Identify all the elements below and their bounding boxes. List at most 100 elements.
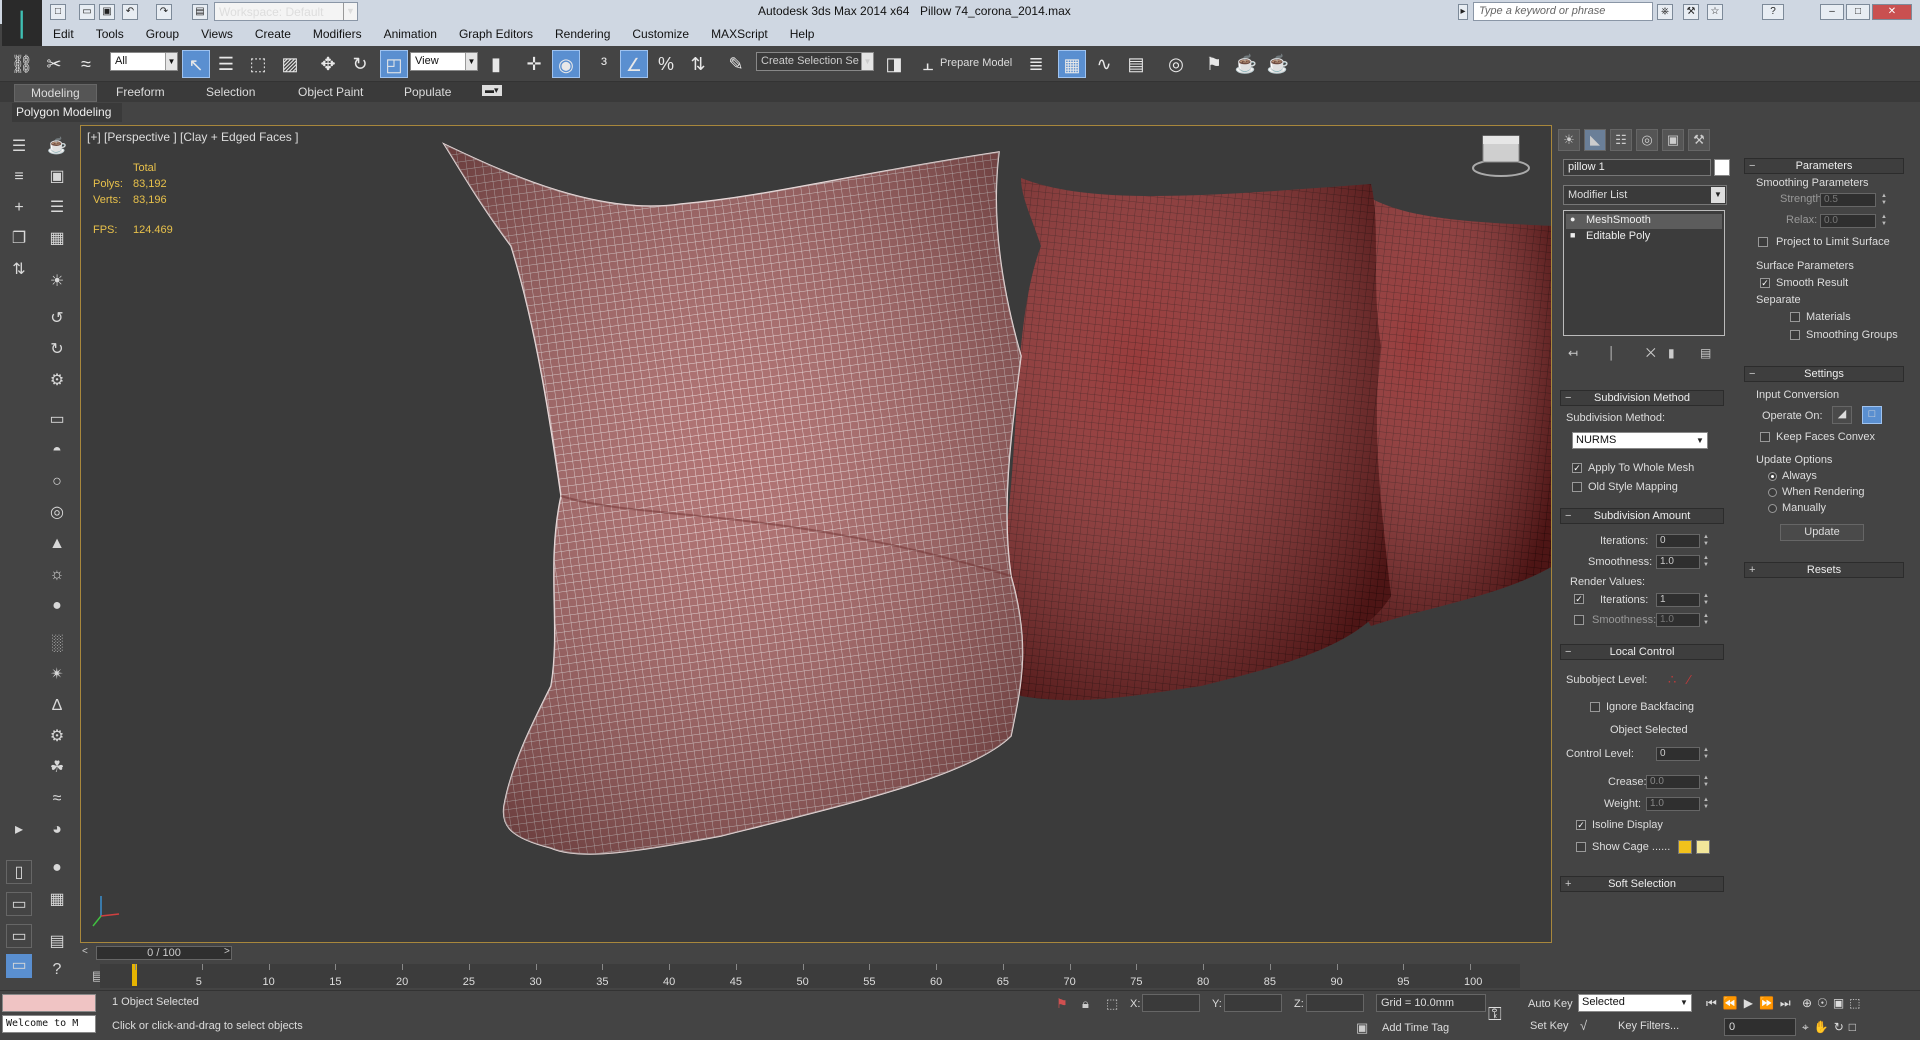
- mirror-icon[interactable]: ◨: [880, 50, 908, 78]
- layer-explorer-icon[interactable]: ☰: [6, 135, 32, 159]
- document-icon[interactable]: ▤: [44, 930, 70, 954]
- manually-radio[interactable]: [1768, 504, 1777, 513]
- plant-icon[interactable]: ☘: [44, 756, 70, 780]
- window-crossing-icon[interactable]: ▨: [276, 50, 304, 78]
- schematic-view-icon[interactable]: ▤: [1122, 50, 1150, 78]
- stack-item-meshsmooth[interactable]: ● MeshSmooth: [1566, 214, 1722, 229]
- bulb-icon[interactable]: ☀: [44, 270, 70, 294]
- align-icon[interactable]: ⫠: [914, 50, 942, 78]
- percent-snap-icon[interactable]: %: [652, 50, 680, 78]
- time-tag-icon[interactable]: ▣: [1356, 1020, 1368, 1036]
- layout-single-icon[interactable]: ▯: [6, 860, 32, 884]
- subdivision-method-dropdown[interactable]: NURMS ▼: [1572, 432, 1708, 449]
- display-tab-icon[interactable]: ▣: [1662, 129, 1684, 151]
- spinner-arrows-icon[interactable]: ▲ ▼: [1702, 555, 1710, 569]
- open-file-icon[interactable]: ▭: [79, 4, 95, 20]
- maximize-button[interactable]: □: [1846, 4, 1870, 20]
- expand-icon[interactable]: ▸: [6, 818, 32, 842]
- tab-selection[interactable]: Selection: [206, 85, 255, 99]
- subscription-icon[interactable]: ⚒: [1683, 4, 1699, 20]
- edge-level-icon[interactable]: ∕: [1688, 672, 1690, 687]
- link-icon[interactable]: ⛓: [8, 50, 36, 78]
- resets-rollout[interactable]: + Resets: [1744, 562, 1904, 578]
- smoothness-spinner[interactable]: 1.0: [1656, 555, 1700, 569]
- particles-icon[interactable]: ✴: [44, 663, 70, 687]
- undo-icon[interactable]: ↶: [122, 4, 138, 20]
- layers-icon[interactable]: ≡: [6, 165, 32, 189]
- menu-item-help[interactable]: Help: [779, 24, 826, 44]
- select-by-name-icon[interactable]: ☰: [212, 50, 240, 78]
- current-frame-field[interactable]: 0: [1724, 1018, 1796, 1036]
- render-iterations-checkbox[interactable]: ✓: [1574, 594, 1584, 604]
- hemisphere-icon[interactable]: ◓: [44, 439, 70, 463]
- rendered-frame-icon[interactable]: ☕: [1232, 50, 1260, 78]
- pillow-2[interactable]: [1001, 178, 1391, 701]
- add-time-tag[interactable]: Add Time Tag: [1382, 1022, 1449, 1034]
- show-cage-checkbox[interactable]: [1576, 842, 1586, 852]
- keyboard-shortcut-icon[interactable]: ◉: [552, 50, 580, 78]
- geosphere-icon[interactable]: ●: [44, 594, 70, 618]
- menu-item-edit[interactable]: Edit: [42, 24, 85, 44]
- snaps-toggle-icon[interactable]: ³: [590, 50, 618, 78]
- set-key-button[interactable]: Set Key: [1530, 1020, 1569, 1032]
- render-smoothness-checkbox[interactable]: [1574, 615, 1584, 625]
- materials-checkbox[interactable]: [1790, 312, 1800, 322]
- rotate-view-icon[interactable]: ↺: [44, 307, 70, 331]
- soft-selection-rollout[interactable]: + Soft Selection: [1560, 876, 1724, 892]
- maxscript-listener[interactable]: [2, 994, 96, 1012]
- robot-icon[interactable]: ⚙: [44, 369, 70, 393]
- vertex-level-icon[interactable]: ∴: [1668, 672, 1676, 688]
- render-setup-icon[interactable]: ⚑: [1200, 50, 1228, 78]
- object-name-field[interactable]: pillow 1: [1563, 159, 1711, 176]
- set-key-mode-icon[interactable]: ⚿: [1488, 1004, 1502, 1025]
- stack-item-editable-poly[interactable]: ■ Editable Poly: [1566, 230, 1722, 245]
- menu-item-modifiers[interactable]: Modifiers: [302, 24, 373, 44]
- auto-key-button[interactable]: Auto Key: [1528, 998, 1573, 1010]
- pin-stack-icon[interactable]: ↤: [1568, 346, 1578, 360]
- minimize-button[interactable]: –: [1820, 4, 1844, 20]
- menu-item-customize[interactable]: Customize: [621, 24, 700, 44]
- viewport-nav-controls[interactable]: ⊕☉▣⬚: [1802, 996, 1866, 1010]
- spinner-arrows-icon[interactable]: ▲ ▼: [1702, 775, 1710, 789]
- rotate-icon[interactable]: ↻: [346, 50, 374, 78]
- crease-spinner[interactable]: 0.0: [1646, 775, 1700, 789]
- named-selection-dropdown[interactable]: Create Selection Se ▼: [756, 52, 874, 71]
- hair-icon[interactable]: ≈: [44, 787, 70, 811]
- search-input[interactable]: Type a keyword or phrase: [1473, 2, 1653, 21]
- plane-icon[interactable]: ▭: [44, 408, 70, 432]
- torus-icon[interactable]: ◎: [44, 501, 70, 525]
- reference-coordinate-dropdown[interactable]: View ▼: [410, 52, 478, 71]
- z-coordinate-field[interactable]: [1306, 994, 1364, 1012]
- utilities-tab-icon[interactable]: ⚒: [1688, 129, 1710, 151]
- operate-polygons-icon[interactable]: □: [1862, 406, 1882, 424]
- key-mode-dropdown[interactable]: Selected ▼: [1578, 994, 1692, 1012]
- tab-freeform[interactable]: Freeform: [116, 85, 165, 99]
- help-icon[interactable]: ?: [1762, 4, 1784, 20]
- ignore-backfacing-checkbox[interactable]: [1590, 702, 1600, 712]
- help-circle-icon[interactable]: ?: [44, 958, 70, 982]
- hierarchy-tab-icon[interactable]: ☷: [1610, 129, 1632, 151]
- wire-icon[interactable]: ∆: [44, 694, 70, 718]
- spinner-arrows-icon[interactable]: ▲ ▼: [1702, 747, 1710, 761]
- next-frame-icon[interactable]: >: [224, 946, 230, 957]
- operate-triangles-icon[interactable]: ◢: [1832, 406, 1852, 424]
- select-object-icon[interactable]: ↖: [182, 50, 210, 78]
- object-color-swatch[interactable]: [1714, 159, 1730, 176]
- spinner-arrows-icon[interactable]: ▲ ▼: [1880, 193, 1888, 207]
- absolute-mode-icon[interactable]: ⬚: [1106, 996, 1118, 1012]
- gear-icon[interactable]: ⚙: [44, 725, 70, 749]
- sun-icon[interactable]: ☼: [44, 563, 70, 587]
- ball-icon[interactable]: ◕: [44, 818, 70, 842]
- app-logo-button[interactable]: ❘: [2, 0, 42, 46]
- lock-icon[interactable]: 🔒︎: [1082, 996, 1089, 1012]
- list-icon[interactable]: ☰: [44, 196, 70, 220]
- menu-item-group[interactable]: Group: [135, 24, 190, 44]
- layout-quad-icon[interactable]: ▭: [6, 924, 32, 948]
- prev-frame-icon[interactable]: <: [82, 946, 88, 957]
- cone-icon[interactable]: ▲: [44, 532, 70, 556]
- old-style-mapping-checkbox[interactable]: [1572, 482, 1582, 492]
- apply-whole-mesh-checkbox[interactable]: ✓: [1572, 463, 1582, 473]
- select-layer-icon[interactable]: ❐: [6, 227, 32, 251]
- playback-controls[interactable]: ⏮⏪▶⏩⏭: [1706, 996, 1797, 1011]
- spinner-arrows-icon[interactable]: ▲ ▼: [1702, 797, 1710, 811]
